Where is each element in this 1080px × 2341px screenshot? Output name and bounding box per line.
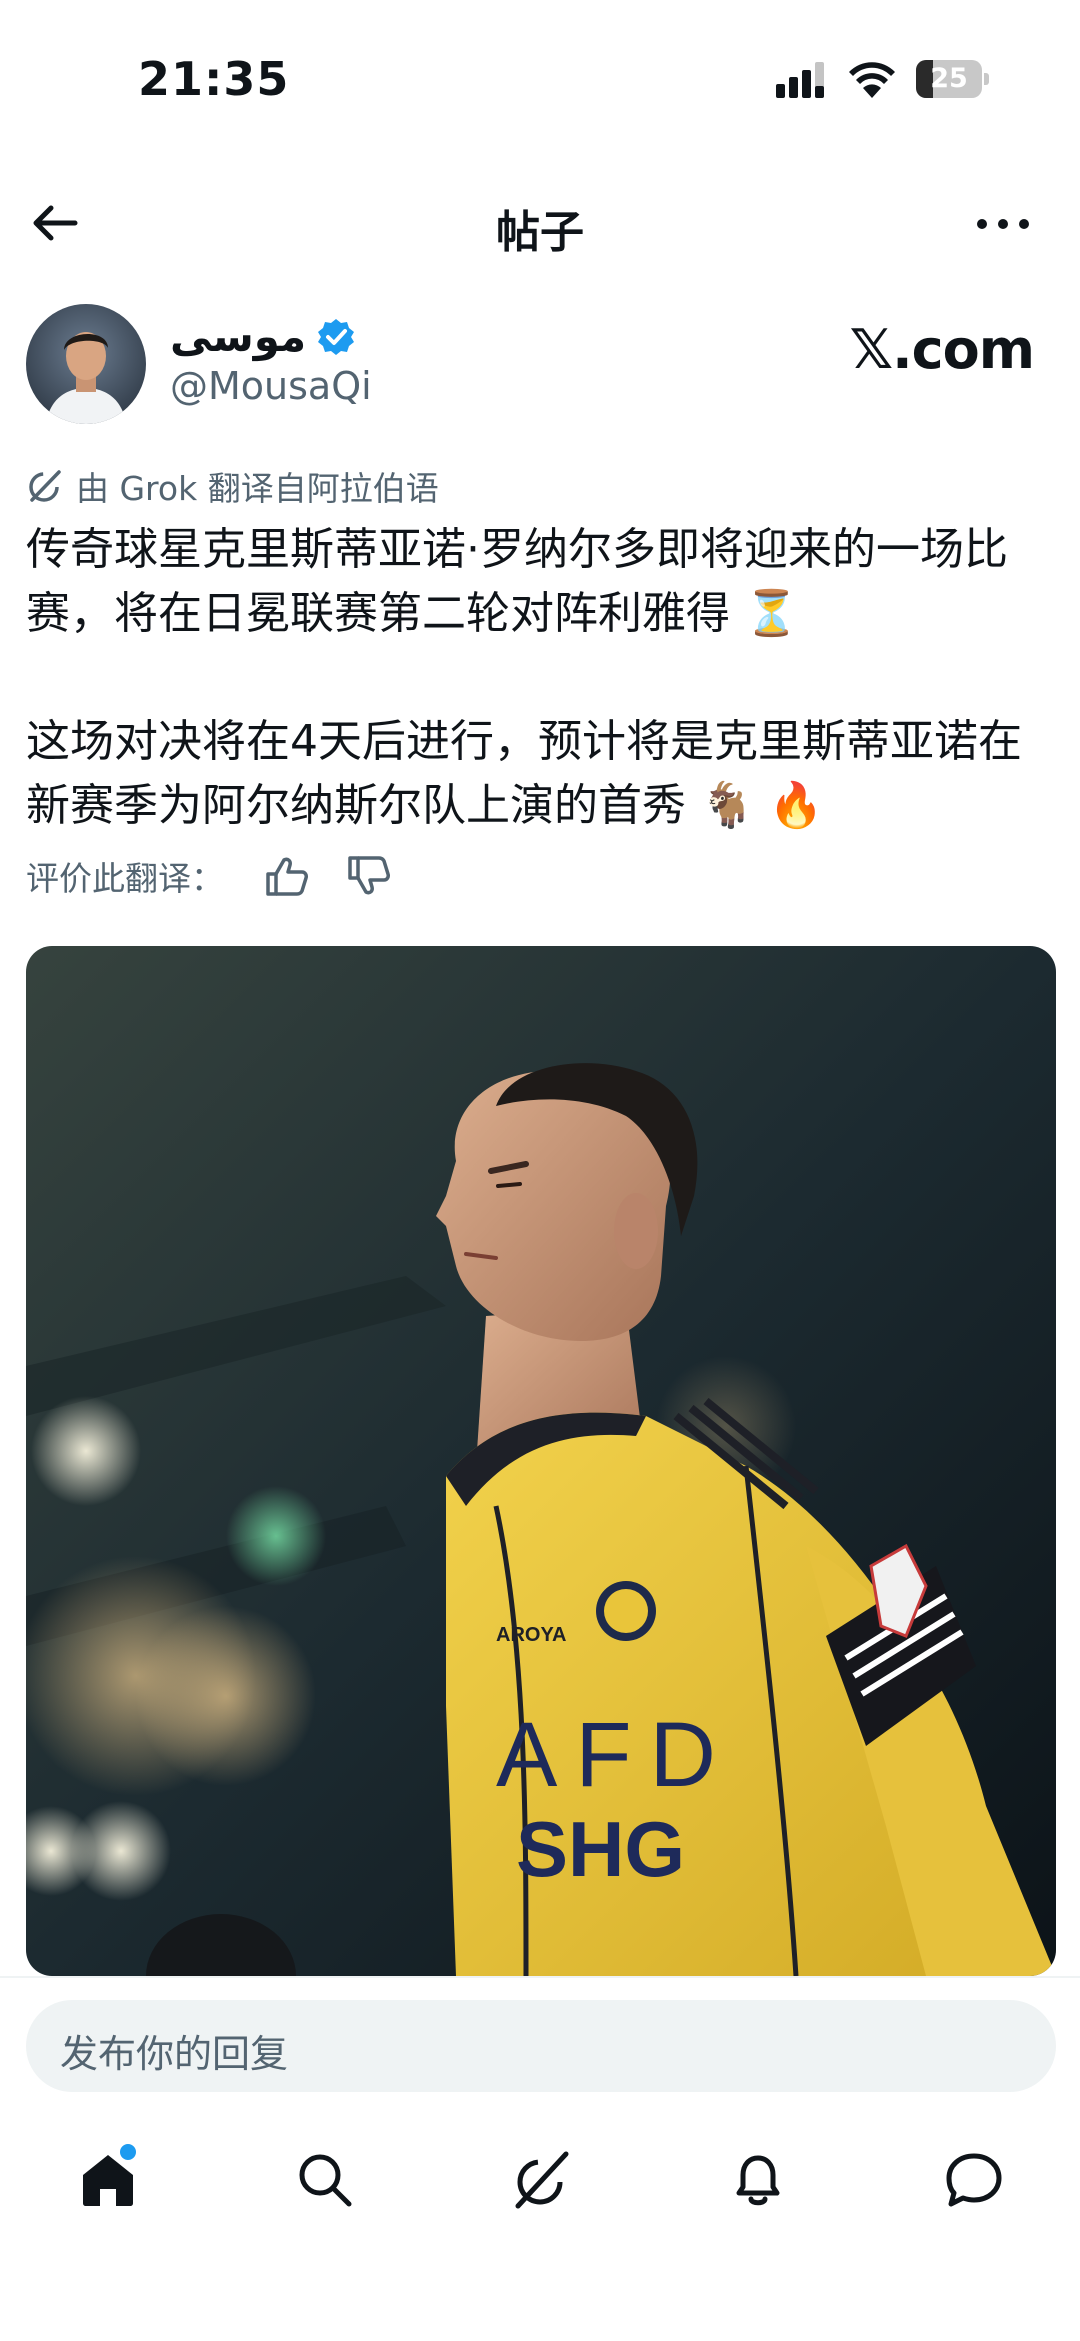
wifi-icon: [849, 62, 895, 98]
grok-icon: [29, 470, 61, 502]
source-watermark: 𝕏.com: [849, 318, 1035, 381]
bottom-tab-bar: [0, 2130, 1080, 2230]
reply-divider: [0, 1976, 1080, 1978]
author-handle[interactable]: @MousaQi: [170, 364, 372, 408]
avatar[interactable]: [26, 304, 146, 424]
search-icon: [299, 2154, 352, 2207]
page-title: 帖子: [496, 207, 584, 258]
cellular-signal-icon: [776, 62, 824, 98]
thumbs-down-icon[interactable]: [344, 852, 392, 900]
post-body: 传奇球星克里斯蒂亚诺·罗纳尔多即将迎来的一场比赛，将在日冕联赛第二轮对阵利雅得 …: [26, 518, 1056, 838]
translation-rating: 评价此翻译：: [26, 852, 392, 900]
translation-note: 由 Grok 翻译自阿拉伯语: [26, 462, 439, 510]
jersey-sponsor-secondary: SHG: [516, 1805, 685, 1893]
reply-input[interactable]: 发布你的回复: [26, 2000, 1056, 2092]
chat-icon: [946, 2153, 1002, 2207]
post-paragraph: 这场对决将在4天后进行，预计将是克里斯蒂亚诺在新赛季为阿尔纳斯尔队上演的首秀 🐐…: [26, 716, 1022, 831]
author-name[interactable]: موسى: [170, 312, 306, 361]
status-bar: 21:35 25: [0, 0, 1080, 150]
post-paragraph: 传奇球星克里斯蒂亚诺·罗纳尔多即将迎来的一场比赛，将在日冕联赛第二轮对阵利雅得 …: [26, 524, 1008, 639]
notification-dot: [120, 2144, 136, 2160]
nav-header: 帖子: [0, 170, 1080, 276]
battery-level: 25: [930, 63, 968, 94]
translation-note-text: 由 Grok 翻译自阿拉伯语: [76, 469, 439, 508]
post-author: موسى @MousaQi 𝕏.com: [0, 300, 1080, 430]
tab-grok[interactable]: [502, 2140, 582, 2220]
more-icon: [977, 219, 1029, 229]
tab-search[interactable]: [285, 2140, 365, 2220]
post-image[interactable]: AROYA AFD SHG: [26, 946, 1056, 1976]
thumbs-up-icon[interactable]: [262, 852, 310, 900]
tab-home[interactable]: [68, 2140, 148, 2220]
more-options-button[interactable]: [970, 194, 1036, 254]
jersey-small-sponsor: AROYA: [496, 1624, 566, 1646]
tab-messages[interactable]: [934, 2140, 1014, 2220]
bell-icon: [736, 2155, 780, 2206]
jersey-sponsor-main: AFD: [496, 1704, 734, 1806]
verified-badge-icon: [318, 318, 355, 355]
grok-icon: [515, 2151, 569, 2209]
reply-placeholder: 发布你的回复: [60, 2032, 289, 2076]
status-time: 21:35: [138, 52, 290, 106]
battery-icon: 25: [916, 60, 990, 98]
rating-label: 评价此翻译：: [26, 859, 224, 898]
tab-notifications[interactable]: [718, 2140, 798, 2220]
